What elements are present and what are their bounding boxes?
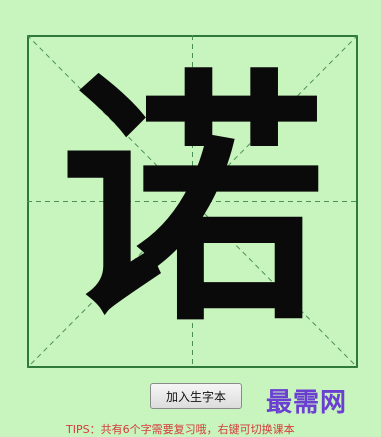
site-watermark: 最需网 <box>266 388 348 418</box>
add-to-vocabulary-button[interactable]: 加入生字本 <box>150 383 242 409</box>
character-glyph: 诺 <box>60 46 325 357</box>
tips-text: TIPS：共有6个字需要复习哦，右键可切换课本 <box>66 423 295 436</box>
